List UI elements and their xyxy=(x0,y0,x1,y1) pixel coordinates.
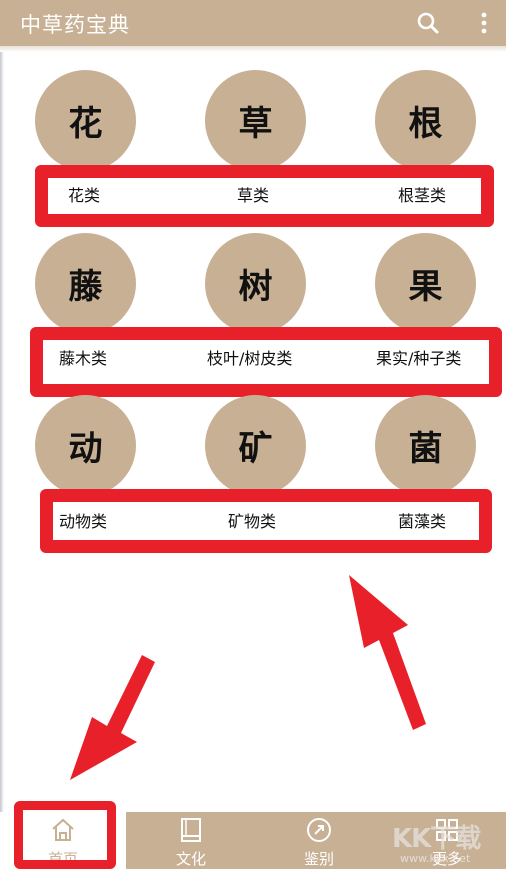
annotation-arrow-down xyxy=(70,655,155,780)
watermark-url: www.kkx.net xyxy=(400,852,471,865)
nav-tab-identify-label: 鉴别 xyxy=(303,850,334,868)
annotation-arrows xyxy=(70,575,426,780)
nav-tab-identify[interactable]: 鉴别 xyxy=(256,812,382,869)
nav-tab-culture-label: 文化 xyxy=(175,850,206,868)
book-icon xyxy=(181,818,201,842)
watermark-logo: KK下载 xyxy=(392,824,481,854)
annotation-arrow-up xyxy=(349,575,426,730)
compass-icon xyxy=(307,818,331,842)
annotation-box-home-tab xyxy=(14,801,116,869)
nav-tab-culture[interactable]: 文化 xyxy=(128,812,254,869)
